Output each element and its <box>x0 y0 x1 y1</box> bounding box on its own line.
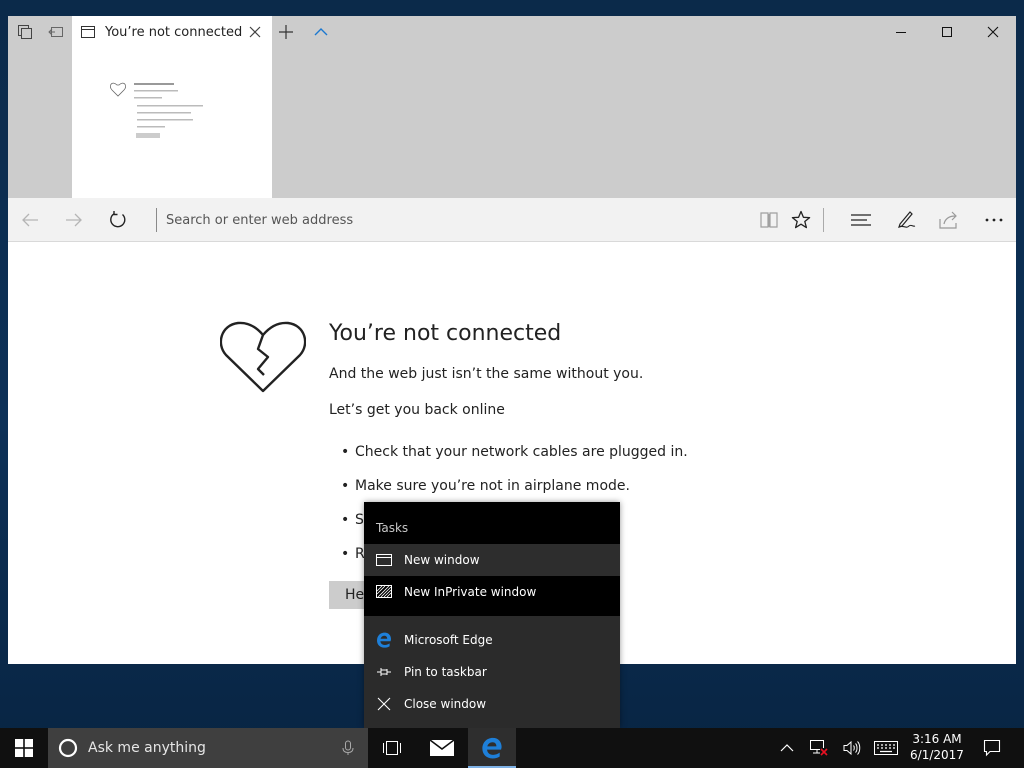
minimize-button[interactable] <box>878 16 924 48</box>
cortana-icon <box>58 738 78 758</box>
notification-icon <box>983 739 1001 757</box>
show-hidden-icons-button[interactable] <box>776 728 798 768</box>
pin-icon <box>376 664 392 680</box>
task-view-icon <box>383 741 401 755</box>
jump-list-pin-to-taskbar[interactable]: Pin to taskbar <box>364 656 620 688</box>
close-window-button[interactable] <box>970 16 1016 48</box>
keyboard-icon <box>874 741 898 755</box>
error-subtitle: And the web just isn’t the same without … <box>329 366 644 382</box>
jump-list-new-window[interactable]: New window <box>364 544 620 576</box>
jump-list-close-window[interactable]: Close window <box>364 688 620 720</box>
address-bar-input[interactable] <box>166 206 746 234</box>
edge-jump-list: Tasks New window New InPrivate window Mi… <box>364 502 620 728</box>
clock-time: 3:16 AM <box>912 732 962 746</box>
speaker-icon <box>843 740 861 756</box>
reading-view-icon[interactable] <box>757 208 781 232</box>
forward-arrow-icon[interactable] <box>62 208 86 232</box>
windows-logo-icon <box>15 739 33 757</box>
cortana-search-box[interactable] <box>48 728 368 768</box>
jump-list-label: Close window <box>404 697 487 711</box>
edge-icon <box>482 737 502 759</box>
jump-list-label: New window <box>404 553 480 567</box>
list-item: Check that your network cables are plugg… <box>341 443 688 477</box>
chevron-up-icon <box>780 744 794 752</box>
tab-close-icon[interactable] <box>248 25 262 39</box>
back-arrow-icon[interactable] <box>18 208 42 232</box>
edge-taskbar-button[interactable] <box>468 728 516 768</box>
navigation-bar <box>8 198 1016 242</box>
chevron-up-icon[interactable] <box>313 24 329 40</box>
microphone-icon[interactable] <box>340 740 356 756</box>
hub-icon[interactable] <box>849 208 873 232</box>
favorite-star-icon[interactable] <box>789 208 813 232</box>
mail-app-button[interactable] <box>418 728 466 768</box>
set-aside-tabs-icon[interactable] <box>46 22 66 42</box>
jump-list-label: Microsoft Edge <box>404 633 493 647</box>
error-title: You’re not connected <box>329 321 562 346</box>
edge-icon <box>376 632 392 648</box>
tab-youre-not-connected[interactable]: You’re not connected <box>72 16 272 48</box>
toolbar-divider <box>823 208 824 232</box>
network-disconnected-icon <box>810 740 828 756</box>
inprivate-icon <box>376 584 392 600</box>
close-icon <box>376 696 392 712</box>
tab-manager-icon[interactable] <box>15 22 35 42</box>
network-status-button[interactable] <box>806 728 832 768</box>
tab-preview-strip <box>8 48 1016 198</box>
share-icon[interactable] <box>937 208 961 232</box>
task-view-button[interactable] <box>368 728 416 768</box>
maximize-button[interactable] <box>924 16 970 48</box>
tab-preview-thumbnail[interactable] <box>72 48 272 198</box>
error-lead: Let’s get you back online <box>329 402 505 418</box>
jump-list-microsoft-edge[interactable]: Microsoft Edge <box>364 624 620 656</box>
system-clock[interactable]: 3:16 AM 6/1/2017 <box>906 731 968 765</box>
touch-keyboard-button[interactable] <box>872 728 900 768</box>
cortana-search-input[interactable] <box>88 728 328 768</box>
start-button[interactable] <box>0 728 48 768</box>
action-center-button[interactable] <box>978 728 1006 768</box>
web-note-icon[interactable] <box>894 208 918 232</box>
jump-list-header: Tasks <box>376 521 409 535</box>
mail-icon <box>429 739 455 756</box>
volume-button[interactable] <box>840 728 864 768</box>
taskbar: 3:16 AM 6/1/2017 <box>0 728 1024 768</box>
refresh-icon[interactable] <box>106 208 130 232</box>
page-icon <box>80 24 96 40</box>
jump-list-label: Pin to taskbar <box>404 665 487 679</box>
address-divider <box>156 208 157 232</box>
broken-heart-icon <box>220 321 306 393</box>
window-icon <box>376 552 392 568</box>
jump-list-label: New InPrivate window <box>404 585 537 599</box>
new-tab-icon[interactable] <box>278 24 294 40</box>
more-options-icon[interactable] <box>982 208 1006 232</box>
clock-date: 6/1/2017 <box>910 748 964 762</box>
tab-title: You’re not connected <box>105 24 243 40</box>
jump-list-new-inprivate-window[interactable]: New InPrivate window <box>364 576 620 608</box>
tab-bar: You’re not connected <box>8 16 1016 48</box>
